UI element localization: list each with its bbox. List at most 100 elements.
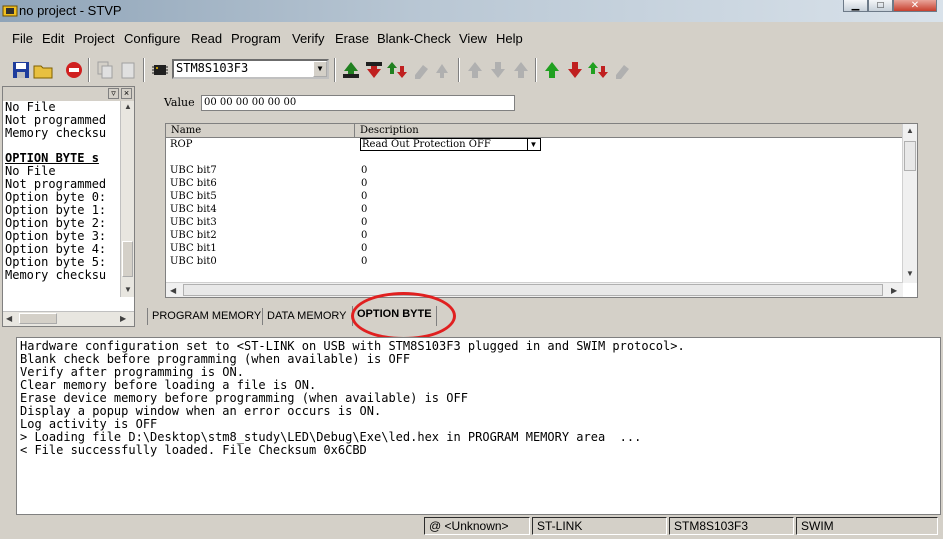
info-panel-vertical-scrollbar[interactable]: ▲ ▼ xyxy=(120,101,134,297)
toolbar-separator xyxy=(535,58,537,82)
menu-edit[interactable]: Edit xyxy=(42,31,64,46)
info-panel: ▿ × No File Not programmed Memory checks… xyxy=(2,86,135,327)
copy-icon xyxy=(97,61,113,79)
scroll-thumb[interactable] xyxy=(19,313,57,324)
toolbar-separator xyxy=(143,58,145,82)
title-bar: no project - STVP ▁ □ ✕ xyxy=(0,0,943,22)
toolbar-separator xyxy=(88,58,90,82)
scroll-down-icon[interactable]: ▼ xyxy=(906,269,914,278)
menu-help[interactable]: Help xyxy=(496,31,523,46)
column-header-name[interactable]: Name xyxy=(166,124,355,138)
info-line: Memory checksu xyxy=(5,268,107,282)
menu-verify[interactable]: Verify xyxy=(292,31,325,46)
verify-current-tab-icon[interactable] xyxy=(386,59,408,81)
scroll-left-icon[interactable]: ◀ xyxy=(6,314,12,323)
info-panel-header: ▿ × xyxy=(3,87,134,101)
device-select[interactable]: STM8S103F3 ▼ xyxy=(172,59,329,79)
table-row-name: UBC bit5 xyxy=(170,191,217,202)
table-row-value[interactable]: 0 xyxy=(361,255,367,268)
status-protocol: SWIM xyxy=(796,517,938,535)
verify-active-sectors-icon[interactable] xyxy=(587,59,609,81)
toolbar-separator xyxy=(458,58,460,82)
scroll-left-icon[interactable]: ◀ xyxy=(170,286,176,295)
paste-icon xyxy=(121,62,135,79)
table-row-name: UBC bit2 xyxy=(170,230,217,241)
scroll-up-icon[interactable]: ▲ xyxy=(906,126,914,135)
grid-vertical-scrollbar[interactable]: ▲ ▼ xyxy=(902,124,917,283)
status-bar: @ <Unknown> ST-LINK STM8S103F3 SWIM xyxy=(0,515,943,539)
status-device: STM8S103F3 xyxy=(669,517,794,535)
window-title: no project - STVP xyxy=(19,3,122,18)
tab-program-memory[interactable]: PROGRAM MEMORY xyxy=(147,308,265,325)
status-tool: ST-LINK xyxy=(532,517,667,535)
table-row-value[interactable]: 0 xyxy=(361,216,367,229)
erase-active-sectors-icon xyxy=(616,65,629,79)
table-row-value[interactable]: 0 xyxy=(361,203,367,216)
table-row-name: UBC bit3 xyxy=(170,217,217,228)
column-header-description[interactable]: Description xyxy=(355,124,904,138)
option-byte-grid: Name Description ROP Read Out Protection… xyxy=(165,123,918,298)
maximize-button[interactable]: □ xyxy=(868,0,893,12)
grid-header: Name Description xyxy=(166,124,904,138)
table-row-value[interactable]: 0 xyxy=(361,190,367,203)
table-row-value[interactable]: 0 xyxy=(361,229,367,242)
close-button[interactable]: ✕ xyxy=(893,0,937,12)
log-line: < File successfully loaded. File Checksu… xyxy=(20,443,367,457)
scroll-right-icon[interactable]: ▶ xyxy=(891,286,897,295)
scroll-thumb[interactable] xyxy=(122,241,133,277)
toolbar: STM8S103F3 ▼ xyxy=(0,55,943,85)
table-row-name: UBC bit1 xyxy=(170,243,217,254)
menu-file[interactable]: File xyxy=(12,31,33,46)
scroll-down-icon[interactable]: ▼ xyxy=(124,285,132,294)
save-icon[interactable] xyxy=(10,59,32,81)
menu-project[interactable]: Project xyxy=(74,31,114,46)
scroll-thumb[interactable] xyxy=(183,284,883,296)
menu-configure[interactable]: Configure xyxy=(124,31,180,46)
info-panel-horizontal-scrollbar[interactable]: ◀ ▶ xyxy=(3,311,134,326)
memory-area-tabs: PROGRAM MEMORY DATA MEMORY OPTION BYTE xyxy=(145,304,941,328)
grid-horizontal-scrollbar[interactable]: ◀ ▶ xyxy=(166,282,903,297)
tab-data-memory[interactable]: DATA MEMORY xyxy=(262,308,350,325)
program-current-tab-icon[interactable] xyxy=(363,59,385,81)
table-row-value[interactable]: 0 xyxy=(361,177,367,190)
menu-erase[interactable]: Erase xyxy=(335,31,369,46)
info-line: Memory checksu xyxy=(5,126,107,140)
close-icon[interactable]: × xyxy=(121,88,132,99)
stvp-app-icon xyxy=(2,5,18,17)
program-active-sectors-icon[interactable] xyxy=(564,59,586,81)
log-output: Hardware configuration set to <ST-LINK o… xyxy=(16,337,941,515)
menu-bar: File Edit Project Configure Read Program… xyxy=(0,28,943,49)
chevron-down-icon[interactable]: ▼ xyxy=(527,139,539,150)
blank-check-current-tab-icon xyxy=(436,64,448,78)
menu-read[interactable]: Read xyxy=(191,31,222,46)
table-row-name: UBC bit4 xyxy=(170,204,217,215)
menu-blank-check[interactable]: Blank-Check xyxy=(377,31,451,46)
read-current-tab-icon[interactable] xyxy=(340,59,362,81)
program-all-tabs-icon xyxy=(491,62,505,78)
menu-view[interactable]: View xyxy=(459,31,487,46)
value-field[interactable]: 00 00 00 00 00 00 xyxy=(201,95,515,111)
table-row-name: UBC bit6 xyxy=(170,178,217,189)
highlight-annotation-circle xyxy=(351,292,456,340)
minimize-button[interactable]: ▁ xyxy=(843,0,868,12)
scroll-up-icon[interactable]: ▲ xyxy=(124,102,132,111)
read-active-sectors-icon[interactable] xyxy=(541,59,563,81)
menu-program[interactable]: Program xyxy=(231,31,281,46)
erase-current-tab-icon xyxy=(415,65,428,79)
table-row-value[interactable]: 0 xyxy=(361,164,367,177)
chevron-down-icon[interactable]: ▼ xyxy=(313,61,327,77)
scroll-thumb[interactable] xyxy=(904,141,916,171)
rop-dropdown[interactable]: Read Out Protection OFF ▼ xyxy=(360,138,541,151)
verify-all-tabs-icon xyxy=(514,62,528,78)
option-byte-editor: Value 00 00 00 00 00 00 Name Description… xyxy=(148,86,941,304)
dock-icon[interactable]: ▿ xyxy=(108,88,119,99)
toolbar-separator xyxy=(334,58,336,82)
read-all-tabs-icon xyxy=(468,62,482,78)
value-label: Value xyxy=(164,96,195,109)
status-address: @ <Unknown> xyxy=(424,517,530,535)
scroll-right-icon[interactable]: ▶ xyxy=(120,314,126,323)
open-folder-icon[interactable] xyxy=(32,59,54,81)
chip-icon[interactable] xyxy=(149,59,171,81)
stop-icon[interactable] xyxy=(63,59,85,81)
table-row-value[interactable]: 0 xyxy=(361,242,367,255)
